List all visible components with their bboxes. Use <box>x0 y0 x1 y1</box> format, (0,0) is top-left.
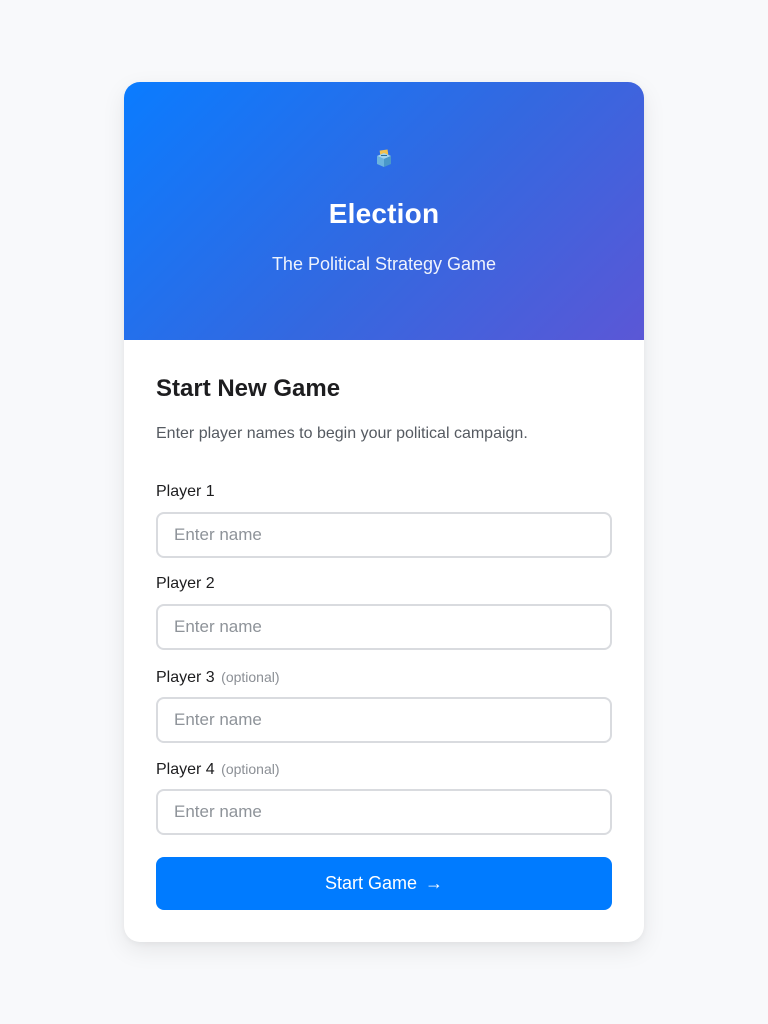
hero-header: Election The Political Strategy Game <box>124 82 644 340</box>
player-3-input[interactable] <box>156 697 612 743</box>
start-game-button[interactable]: Start Game → <box>156 857 612 910</box>
player-1-label: Player 1 <box>156 481 612 503</box>
app-subtitle: The Political Strategy Game <box>271 254 497 274</box>
player-3-label-text: Player 3 <box>156 669 215 686</box>
start-game-card: Election The Political Strategy Game Sta… <box>124 82 644 942</box>
player-2-input[interactable] <box>156 604 612 650</box>
player-2-label-text: Player 2 <box>156 575 215 592</box>
player-4-field: Player 4 (optional) <box>156 758 612 835</box>
player-4-input[interactable] <box>156 789 612 835</box>
player-4-label-text: Player 4 <box>156 761 215 778</box>
page-title: Start New Game <box>156 375 341 402</box>
player-4-label: Player 4 (optional) <box>156 758 612 780</box>
start-game-label: Start Game <box>324 873 418 893</box>
player-3-field: Player 3 (optional) <box>156 666 612 743</box>
app-title: Election <box>328 198 440 229</box>
player-1-label-text: Player 1 <box>156 483 215 500</box>
optional-hint: (optional) <box>221 669 280 685</box>
arrow-right-icon: → <box>425 873 444 893</box>
ballot-box-icon <box>377 149 391 167</box>
player-1-input[interactable] <box>156 512 612 558</box>
player-2-label: Player 2 <box>156 573 612 595</box>
form-description: Enter player names to begin your politic… <box>156 425 528 442</box>
player-3-label: Player 3 (optional) <box>156 666 612 688</box>
optional-hint: (optional) <box>221 761 280 777</box>
player-2-field: Player 2 <box>156 573 612 650</box>
player-1-field: Player 1 <box>156 481 612 558</box>
